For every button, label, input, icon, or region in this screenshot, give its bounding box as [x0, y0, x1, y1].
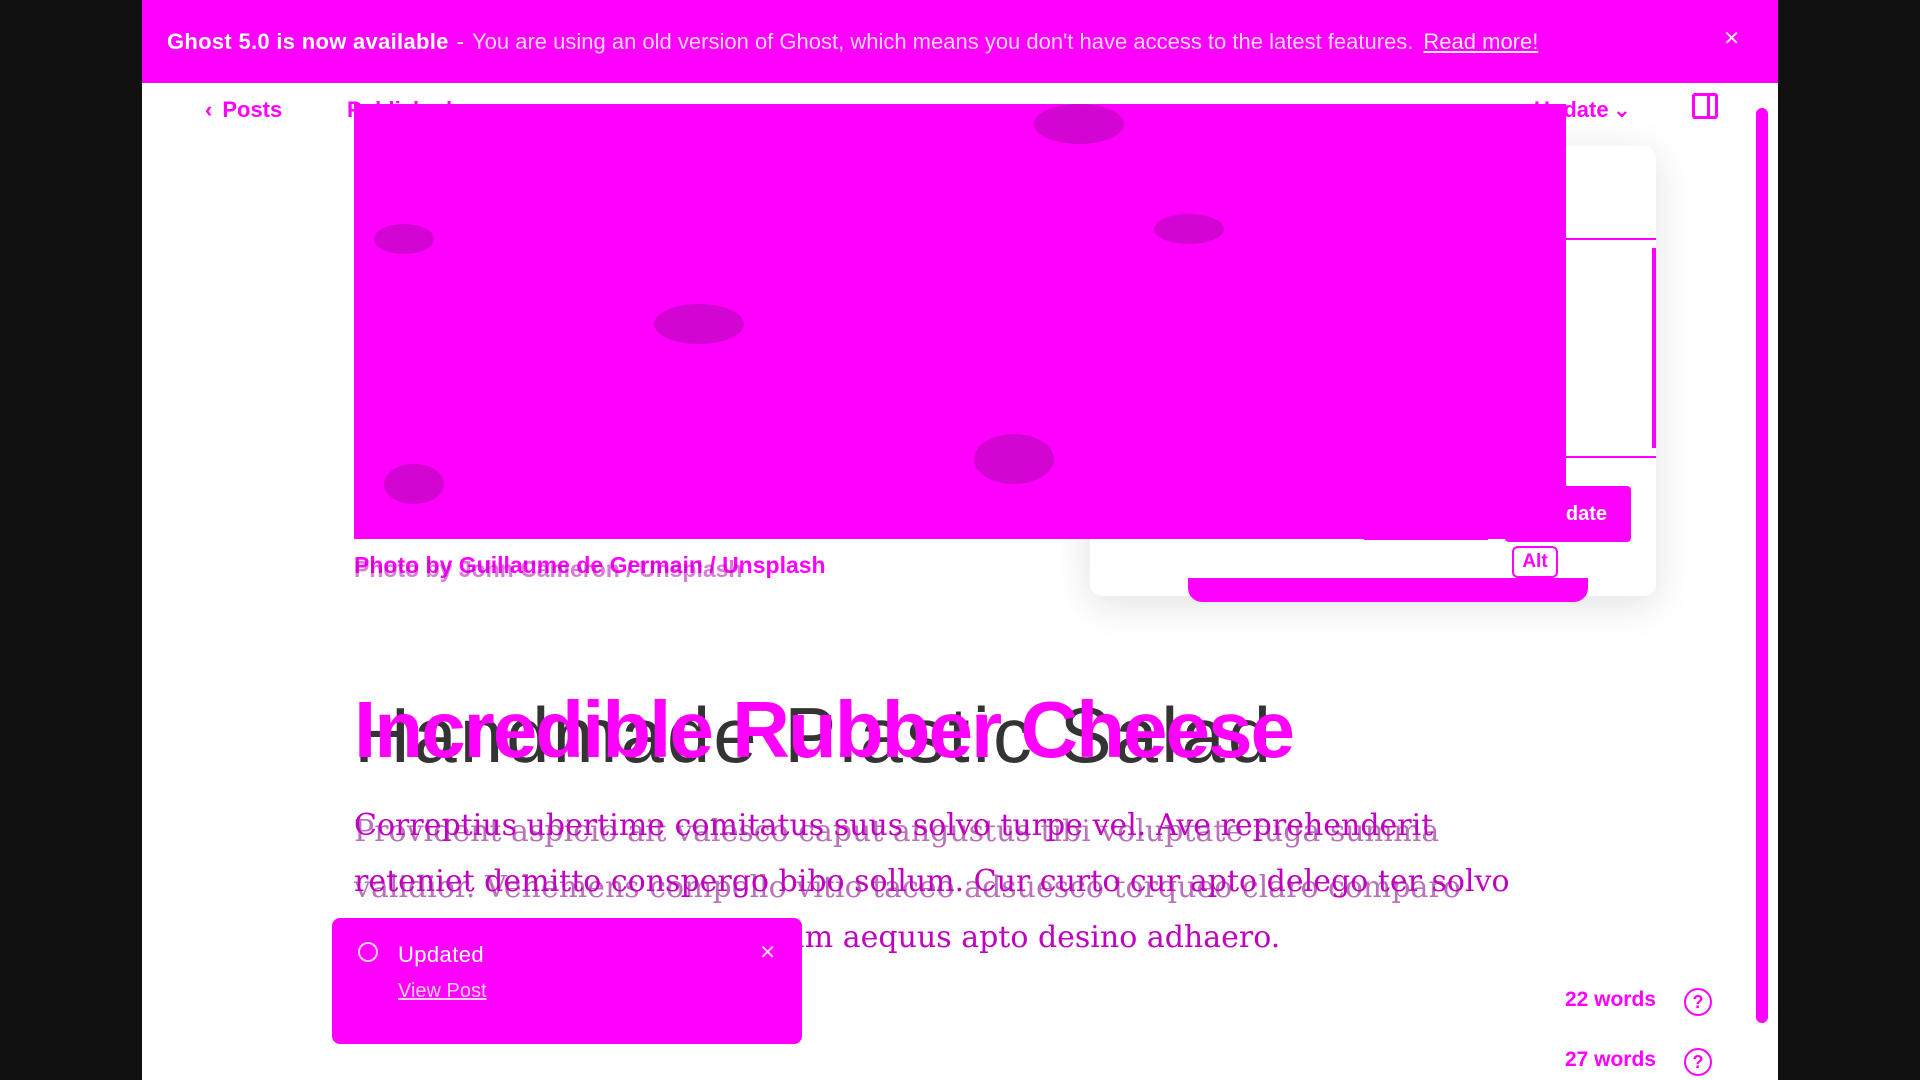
- toast-label: Updated: [398, 942, 484, 967]
- image-texture: [1154, 214, 1224, 244]
- banner-title: Ghost 5.0 is now available: [167, 28, 449, 54]
- back-to-posts-button[interactable]: ‹ Posts: [205, 97, 282, 123]
- popover-field-border: [1652, 248, 1656, 448]
- post-title[interactable]: Incredible Rubber Cheese: [354, 684, 1295, 776]
- scrollbar[interactable]: [1756, 108, 1768, 1023]
- popover-footer: [1188, 578, 1588, 602]
- word-count: 22 words: [1564, 988, 1656, 1011]
- chevron-left-icon: ‹: [205, 97, 213, 122]
- view-post-link[interactable]: View Post: [398, 980, 487, 1003]
- read-more-link[interactable]: Read more!: [1423, 29, 1538, 55]
- image-caption[interactable]: Photo by Guillaume de Germain / Unsplash…: [354, 552, 826, 582]
- image-texture: [384, 464, 444, 504]
- sidebar-toggle-icon[interactable]: [1692, 93, 1718, 119]
- help-circle-icon[interactable]: ?: [1684, 1048, 1712, 1076]
- image-texture: [1034, 104, 1124, 144]
- check-circle-icon: [358, 942, 378, 962]
- image-texture: [654, 304, 744, 344]
- back-label: Posts: [222, 97, 283, 122]
- help-circle-icon[interactable]: ?: [1684, 988, 1712, 1016]
- caption-ghost-text: Photo by John Cameron / Unsplash: [354, 556, 743, 582]
- updated-toast: Updated View Post ✕: [332, 918, 802, 1044]
- chevron-down-icon: ⌄: [1612, 97, 1631, 122]
- banner-message: You are using an old version of Ghost, w…: [472, 28, 1414, 54]
- image-texture: [374, 224, 434, 254]
- image-texture: [974, 434, 1054, 484]
- editor-window: Ghost 5.0 is now available - You are usi…: [142, 0, 1778, 1080]
- banner-separator: -: [456, 28, 464, 54]
- close-icon[interactable]: ✕: [759, 940, 776, 965]
- word-count: 27 words: [1564, 1048, 1656, 1071]
- close-icon[interactable]: ✕: [1723, 26, 1740, 51]
- alt-badge[interactable]: Alt: [1512, 546, 1558, 578]
- update-banner: Ghost 5.0 is now available - You are usi…: [142, 0, 1778, 83]
- feature-image[interactable]: [354, 104, 1566, 539]
